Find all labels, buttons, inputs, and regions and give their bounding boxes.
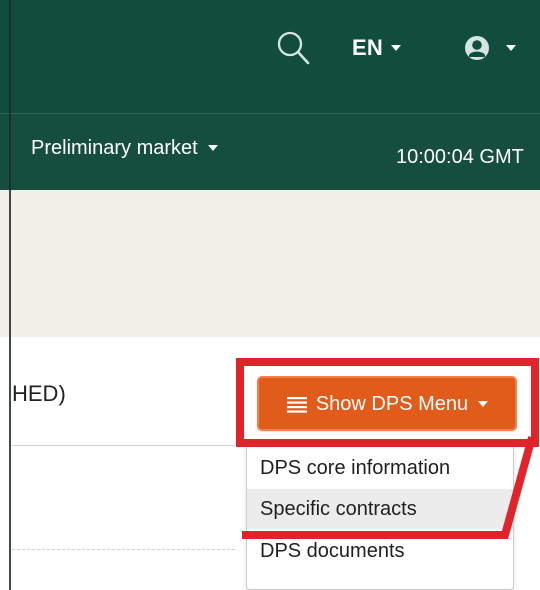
show-dps-menu-button[interactable]: Show DPS Menu xyxy=(257,376,517,431)
page-banner-area xyxy=(0,190,540,337)
dps-dropdown-menu: DPS core information Specific contracts … xyxy=(246,447,514,590)
menu-item-specific-contracts[interactable]: Specific contracts xyxy=(247,489,513,529)
market-selector[interactable]: Preliminary market xyxy=(31,136,218,160)
page-left-edge xyxy=(9,0,11,590)
menu-item-label: DPS core information xyxy=(260,457,451,479)
show-dps-menu-label: Show DPS Menu xyxy=(315,392,469,415)
row-divider xyxy=(12,445,235,446)
search-button[interactable] xyxy=(272,26,314,70)
menu-item-dps-core-information[interactable]: DPS core information xyxy=(247,448,513,488)
chevron-down-icon xyxy=(390,45,401,51)
server-time: 10:00:04 GMT xyxy=(396,146,524,168)
language-selector[interactable]: EN xyxy=(352,32,401,64)
market-label: Preliminary market xyxy=(31,137,198,159)
menu-item-dps-documents[interactable]: DPS documents xyxy=(247,531,513,571)
language-label: EN xyxy=(352,35,383,60)
status-text: HED) xyxy=(12,381,66,406)
chevron-down-icon xyxy=(478,400,489,407)
top-header-bar xyxy=(0,0,540,113)
menu-item-label: Specific contracts xyxy=(260,498,417,520)
chevron-down-icon xyxy=(207,145,218,151)
chevron-down-icon xyxy=(506,45,516,51)
row-divider-dashed xyxy=(12,549,235,550)
user-circle-icon xyxy=(465,36,489,60)
list-icon xyxy=(286,396,307,413)
search-icon xyxy=(277,31,310,65)
user-menu-button[interactable] xyxy=(460,31,516,65)
menu-item-label: DPS documents xyxy=(260,540,405,562)
